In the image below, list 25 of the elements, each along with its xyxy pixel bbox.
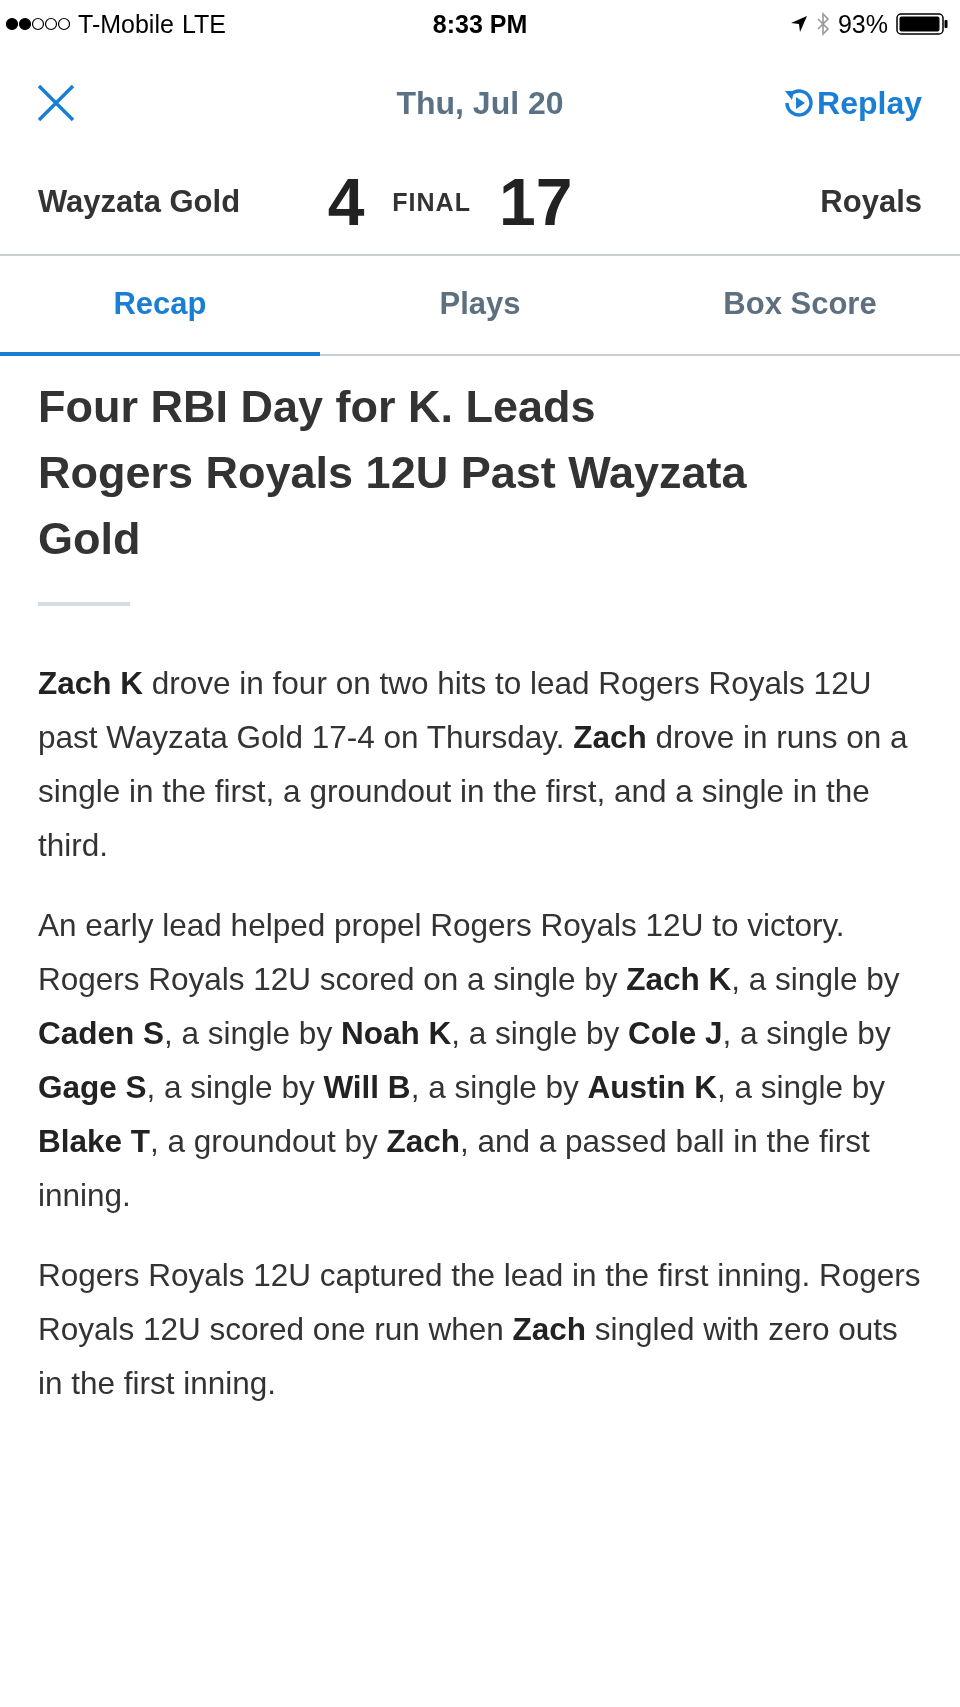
home-team: Royals bbox=[819, 184, 922, 220]
carrier-name: T-Mobile bbox=[78, 9, 174, 39]
headline: Four RBI Day for K. Leads Rogers Royals 12U Past Wayzata Gold bbox=[38, 380, 748, 566]
replay-icon bbox=[783, 87, 816, 119]
paragraph: Rogers Royals 12U captured the lead in the first inning. Rogers Royals 12U scored one run when Zach singled with zero outs in the first inning. bbox=[38, 1256, 922, 1403]
tab[interactable]: Plays bbox=[320, 256, 640, 356]
home-score: 17 bbox=[498, 164, 573, 240]
close-icon bbox=[36, 83, 76, 123]
away-score: 4 bbox=[327, 164, 365, 240]
replay-button[interactable]: Replay bbox=[783, 84, 922, 122]
paragraph: An early lead helped propel Rogers Royals 12U to victory. Rogers Royals 12U scored on a single by Zach K, a single by Caden S, a single by Noah K, a single by Cole J, a single by Gage S, a single by Will B, a single by Austin K, a single by Blake T, a groundout by Zach, and a passed ball in the first inning. bbox=[38, 906, 901, 1215]
clock-time: 8:33 PM bbox=[432, 9, 528, 39]
tab[interactable]: Recap bbox=[0, 256, 320, 356]
away-team: Wayzata Gold bbox=[38, 184, 242, 220]
battery-icon bbox=[896, 13, 948, 35]
location-icon bbox=[789, 15, 808, 33]
network-type: LTE bbox=[181, 9, 226, 39]
game-status: FINAL bbox=[392, 187, 471, 217]
paragraph: Zach K drove in four on two hits to lead Rogers Royals 12U past Wayzata Gold 17-4 on Thursday. Zach drove in runs on a single in the first, a groundout in the first, and a single in the third. bbox=[38, 664, 909, 865]
bluetooth-icon bbox=[815, 12, 830, 36]
battery-percent: 93% bbox=[837, 9, 888, 39]
game-date: Thu, Jul 20 bbox=[396, 84, 564, 122]
tab[interactable]: Box Score bbox=[640, 256, 960, 356]
signal-icon bbox=[6, 17, 70, 31]
close-button[interactable] bbox=[36, 83, 76, 123]
